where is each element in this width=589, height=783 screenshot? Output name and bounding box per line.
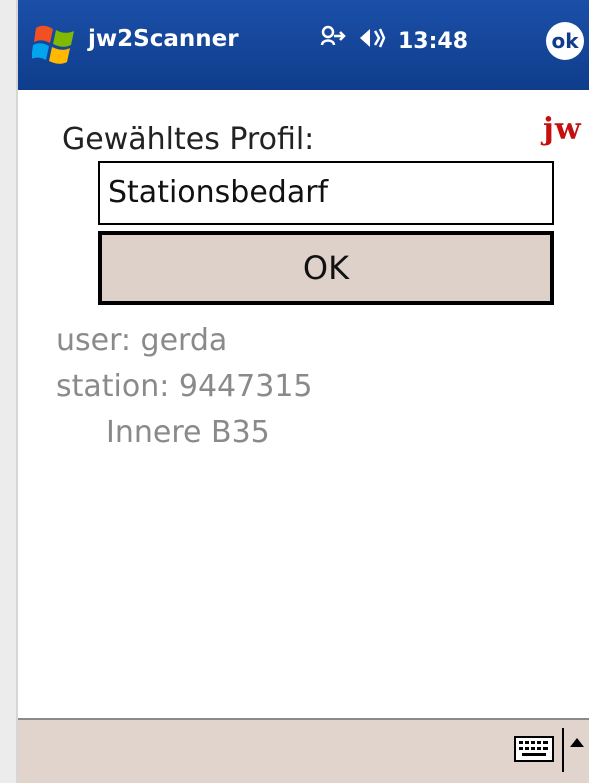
volume-icon[interactable] xyxy=(358,25,386,57)
station-line: station: 9447315 xyxy=(56,369,313,404)
ok-button[interactable]: OK xyxy=(98,231,554,305)
title-bar: jw2Scanner 13:48 ok xyxy=(18,0,589,90)
separator xyxy=(562,728,564,772)
profile-field[interactable]: Stationsbedarf xyxy=(98,161,554,225)
main-content: jw Gewähltes Profil: Stationsbedarf OK u… xyxy=(18,90,589,718)
user-line: user: gerda xyxy=(56,323,228,358)
device-screen: jw2Scanner 13:48 ok jw Gewähltes Profil:… xyxy=(0,0,589,783)
menu-bar xyxy=(18,718,589,783)
keyboard-icon[interactable] xyxy=(514,736,554,762)
status-icons: 13:48 xyxy=(318,25,468,57)
app-logo: jw xyxy=(543,112,582,147)
clock[interactable]: 13:48 xyxy=(398,29,468,54)
windows-flag-icon[interactable] xyxy=(31,22,78,66)
window-ok-button[interactable]: ok xyxy=(546,22,584,60)
station-subline: Innere B35 xyxy=(106,415,270,450)
app-title: jw2Scanner xyxy=(88,26,239,52)
profile-label: Gewähltes Profil: xyxy=(62,122,315,157)
up-arrow-icon[interactable] xyxy=(570,738,584,747)
session-info: user: gerda station: 9447315 Innere B35 xyxy=(56,318,313,456)
connectivity-icon[interactable] xyxy=(318,25,346,57)
left-edge xyxy=(0,0,18,783)
